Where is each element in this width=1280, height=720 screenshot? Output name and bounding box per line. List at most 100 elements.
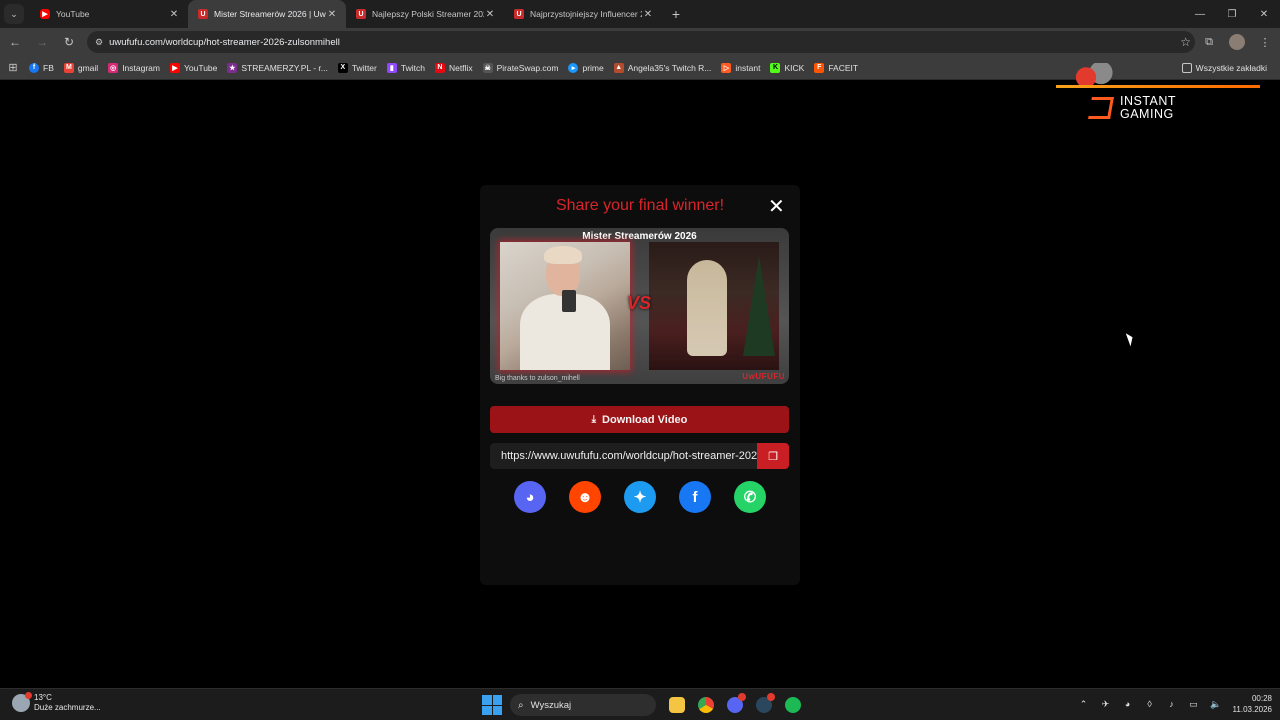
ad-mascot-image [1066,63,1116,87]
taskbar-search[interactable]: ⌕ Wyszukaj [510,694,656,716]
tab-najprzystojniejszy-influencer[interactable]: U Najprzystojniejszy Influencer 20 ✕ [504,0,662,28]
clock[interactable]: 00:28 11.03.2026 [1233,693,1272,715]
share-link-text[interactable]: https://www.uwufufu.com/worldcup/hot-str… [490,450,757,462]
bookmark-label: PirateSwap.com [496,62,559,73]
faceit-icon: F [814,62,825,73]
reload-icon[interactable]: ↻ [57,30,81,54]
tab-youtube[interactable]: ▶ YouTube ✕ [30,0,188,28]
bookmark-label: STREAMERZY.PL - r... [241,62,328,73]
bookmark-angela35[interactable]: ▲ Angela35's Twitch R... [609,58,717,78]
bookmark-pirateswap[interactable]: ☠ PirateSwap.com [478,58,564,78]
bookmark-label: Instagram [122,62,160,73]
address-bar[interactable]: ⚙ uwufufu.com/worldcup/hot-streamer-2026… [87,31,1195,53]
bookmark-streamerzy[interactable]: ★ STREAMERZY.PL - r... [222,58,332,78]
youtube-icon: ▶ [169,62,180,73]
close-icon[interactable]: ✕ [484,9,496,20]
discord-share-button[interactable]: ◕ [514,481,546,513]
url-text[interactable]: uwufufu.com/worldcup/hot-streamer-2026-z… [109,37,1180,48]
close-window-icon[interactable]: ✕ [1248,0,1280,28]
discord-tray-icon[interactable]: ◕ [1117,699,1139,709]
facebook-share-button[interactable]: f [679,481,711,513]
winner-photo-left [500,242,630,370]
tray-app-icon[interactable]: ✈ [1095,699,1117,710]
bookmark-prime[interactable]: ▸ prime [563,58,608,78]
bookmark-netflix[interactable]: N Netflix [430,58,478,78]
bookmark-twitch[interactable]: ▮ Twitch [382,58,430,78]
weather-widget[interactable]: 13°C Duże zachmurze... [12,692,101,713]
prime-video-icon: ▸ [568,62,579,73]
volume-icon[interactable]: 🔈 [1205,699,1227,710]
all-bookmarks-button[interactable]: Wszystkie zakładki [1177,58,1272,78]
uwufufu-icon: U [198,9,208,19]
reddit-share-button[interactable]: ☻ [569,481,601,513]
bookmark-faceit[interactable]: F FACEIT [809,58,863,78]
menu-kebab-icon[interactable]: ⋮ [1251,30,1279,54]
vs-label: VS [627,293,652,313]
site-info-icon[interactable]: ⚙ [95,37,103,48]
bookmark-label: KICK [784,62,805,73]
chrome-icon[interactable] [693,693,719,717]
system-tray: ⌃ ✈ ◕ ◊ ♪ ▭ 🔈 00:28 11.03.2026 [1073,693,1272,715]
instant-gaming-icon [1088,97,1114,119]
search-placeholder: Wyszukaj [530,699,572,711]
tab-title: Najlepszy Polski Streamer 2026 [372,9,484,19]
bookmark-label: FB [43,62,54,73]
uwufufu-icon: U [356,9,366,19]
tab-mister-streamerow[interactable]: U Mister Streamerów 2026 | UwU ✕ [188,0,346,28]
new-tab-button[interactable]: + [666,6,686,22]
network-icon[interactable]: ▭ [1183,699,1205,710]
microphone-icon[interactable]: ♪ [1161,699,1183,709]
bookmark-youtube[interactable]: ▶ YouTube [165,58,222,78]
download-video-button[interactable]: ⤓ Download Video [490,406,789,433]
bookmark-star-icon[interactable]: ☆ [1180,35,1191,49]
apps-grid-icon[interactable]: ⊞ [2,58,24,78]
bookmark-gmail[interactable]: Mgmail [59,58,103,78]
bookmark-fb[interactable]: f FB [24,58,59,78]
chevron-up-icon[interactable]: ⌃ [1073,699,1095,710]
time-text: 00:28 [1251,694,1272,703]
minimize-icon[interactable]: — [1184,0,1216,28]
steam-icon[interactable] [751,693,777,717]
close-icon[interactable]: ✕ [326,9,338,20]
reddit-icon: ☻ [577,488,593,506]
bookmark-twitter[interactable]: X Twitter [333,58,382,78]
close-icon[interactable]: ✕ [168,9,180,20]
windows-start-icon[interactable] [482,695,502,715]
download-label: Download Video [602,413,688,426]
netflix-icon: N [434,62,445,73]
restore-icon[interactable]: ❐ [1216,0,1248,28]
contender-photo-right [649,242,779,370]
bookmark-label: Wszystkie zakładki [1195,62,1267,73]
copy-icon[interactable]: ❐ [757,443,789,469]
tab-najlepszy-streamer[interactable]: U Najlepszy Polski Streamer 2026 ✕ [346,0,504,28]
tab-search-button[interactable]: ⌄ [4,4,24,24]
winner-preview-card: Mister Streamerów 2026 VS Big thanks to … [490,228,789,384]
share-link-field[interactable]: https://www.uwufufu.com/worldcup/hot-str… [490,443,789,469]
twitter-share-button[interactable]: ✦ [624,481,656,513]
temperature-text: 13°C [34,693,52,702]
file-explorer-icon[interactable] [664,693,690,717]
ad-accent-bar [1056,85,1260,88]
folder-icon [1181,62,1192,73]
twitch-icon: ▮ [386,62,397,73]
browser-toolbar: ← → ↻ ⚙ uwufufu.com/worldcup/hot-streame… [0,28,1280,56]
profile-avatar[interactable] [1223,30,1251,54]
discord-icon[interactable] [722,693,748,717]
close-icon[interactable]: ✕ [768,197,785,217]
bookmark-label: gmail [77,62,99,73]
bookmark-kick[interactable]: K KICK [765,58,809,78]
back-arrow-icon[interactable]: ← [3,30,27,54]
forward-arrow-icon[interactable]: → [30,30,54,54]
extensions-icon[interactable]: ⧉ [1195,30,1223,54]
bookmark-instagram[interactable]: ◎ Instagram [103,58,165,78]
whatsapp-share-button[interactable]: ✆ [734,481,766,513]
bookmark-instant[interactable]: ▷ instant [716,58,765,78]
bookmark-label: Netflix [448,62,473,73]
tray-extra-icon[interactable]: ◊ [1139,699,1161,709]
instant-gaming-icon: ▷ [721,62,732,73]
facebook-icon: f [692,488,698,506]
x-icon: X [337,62,348,73]
spotify-icon[interactable] [780,693,806,717]
instant-gaming-ad[interactable]: INSTANT GAMING [1056,63,1260,129]
close-icon[interactable]: ✕ [642,9,654,20]
